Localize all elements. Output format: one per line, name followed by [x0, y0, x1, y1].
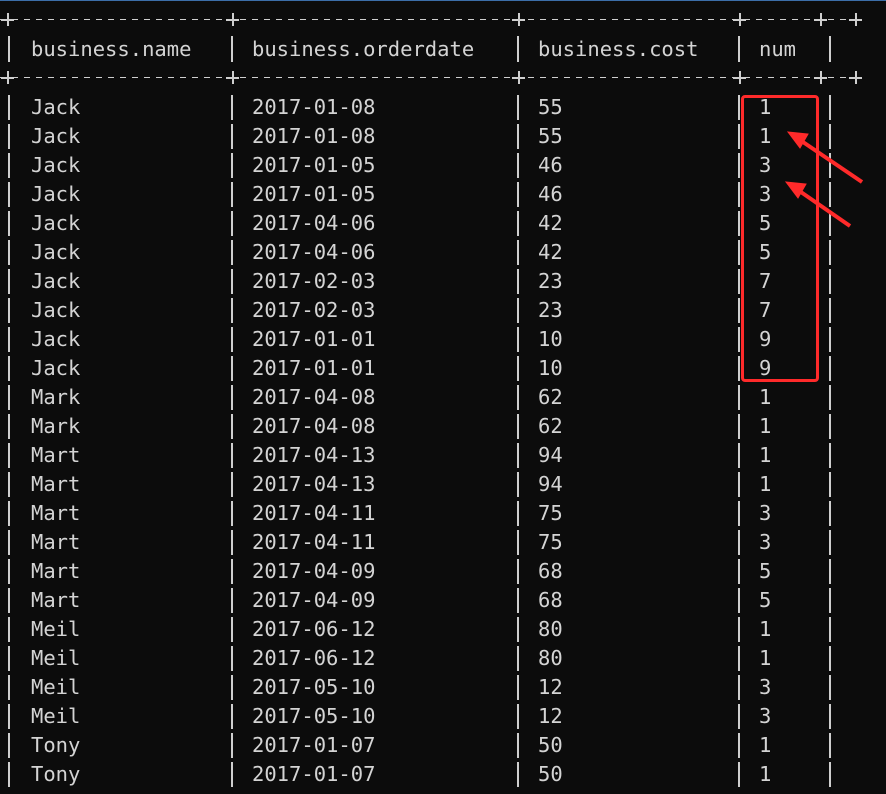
terminal-window: business.name business.orderdate busines… — [0, 0, 886, 794]
arrow-icon — [786, 131, 864, 184]
annotation-arrows — [784, 131, 864, 228]
arrow-icon — [784, 181, 852, 228]
